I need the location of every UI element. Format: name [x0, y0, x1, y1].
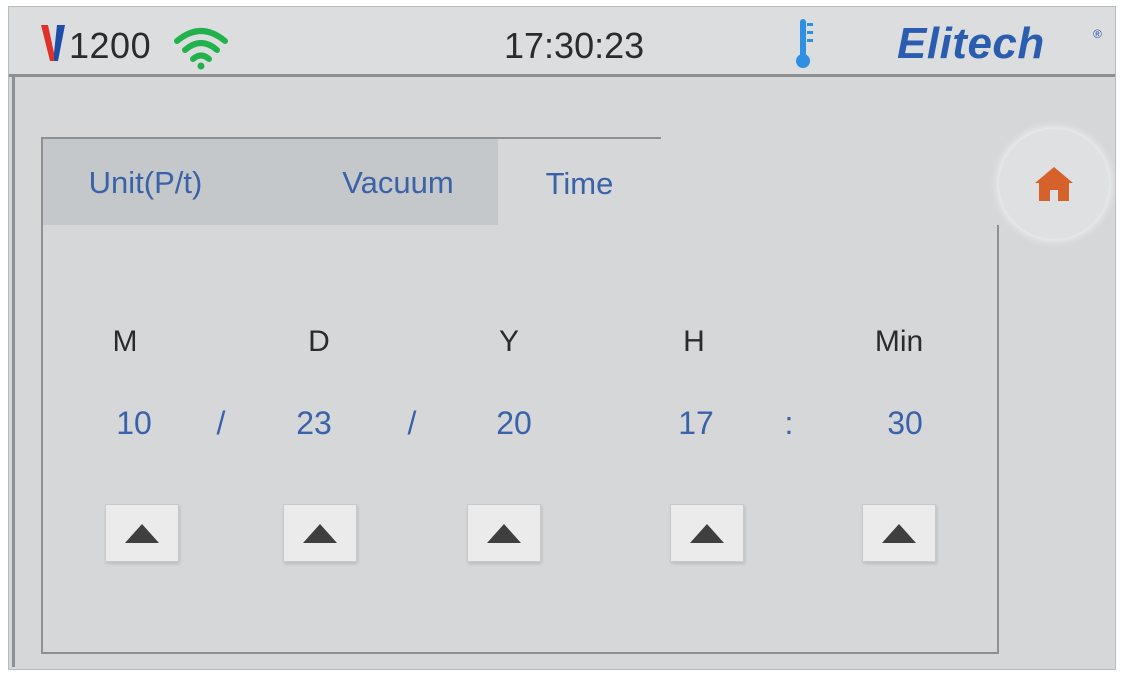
brand-logo: Elitech [897, 19, 1045, 68]
month-increment-button[interactable] [105, 504, 179, 562]
day-label: D [308, 325, 330, 358]
time-separator: : [784, 405, 794, 441]
thermometer-icon [796, 19, 813, 68]
battery-v-icon [41, 25, 65, 61]
hour-label: H [683, 325, 705, 358]
year-value[interactable]: 20 [474, 405, 554, 442]
tab-time[interactable]: Time [498, 139, 661, 229]
device-screen: 1200 17:30:23 Elitech ® Unit(P/t) Vacuum… [8, 6, 1116, 670]
hour-value[interactable]: 17 [656, 405, 736, 442]
tab-strip: Unit(P/t) Vacuum Time [41, 137, 661, 229]
wifi-icon [174, 28, 228, 70]
home-icon [1035, 167, 1073, 201]
triangle-up-icon [125, 523, 159, 543]
day-value[interactable]: 23 [274, 405, 354, 442]
month-label: M [112, 325, 138, 358]
battery-value: 1200 [69, 25, 152, 66]
minute-label: Min [874, 325, 924, 358]
triangle-up-icon [690, 523, 724, 543]
date-separator: / [407, 405, 417, 441]
month-value[interactable]: 10 [94, 405, 174, 442]
status-bar: 1200 17:30:23 Elitech ® [9, 7, 1115, 77]
day-increment-button[interactable] [283, 504, 357, 562]
triangle-up-icon [487, 523, 521, 543]
year-label: Y [498, 325, 519, 358]
tab-unit[interactable]: Unit(P/t) [43, 139, 248, 227]
status-clock: 17:30:23 [504, 25, 645, 66]
brand-registered-mark: ® [1093, 27, 1102, 41]
triangle-up-icon [303, 523, 337, 543]
home-button[interactable] [999, 129, 1109, 239]
triangle-up-icon [882, 523, 916, 543]
hour-increment-button[interactable] [670, 504, 744, 562]
minute-value[interactable]: 30 [865, 405, 945, 442]
tab-vacuum[interactable]: Vacuum [298, 139, 498, 227]
minute-increment-button[interactable] [862, 504, 936, 562]
date-separator: / [216, 405, 226, 441]
time-settings-panel: Unit(P/t) Vacuum Time [41, 137, 999, 654]
year-increment-button[interactable] [467, 504, 541, 562]
